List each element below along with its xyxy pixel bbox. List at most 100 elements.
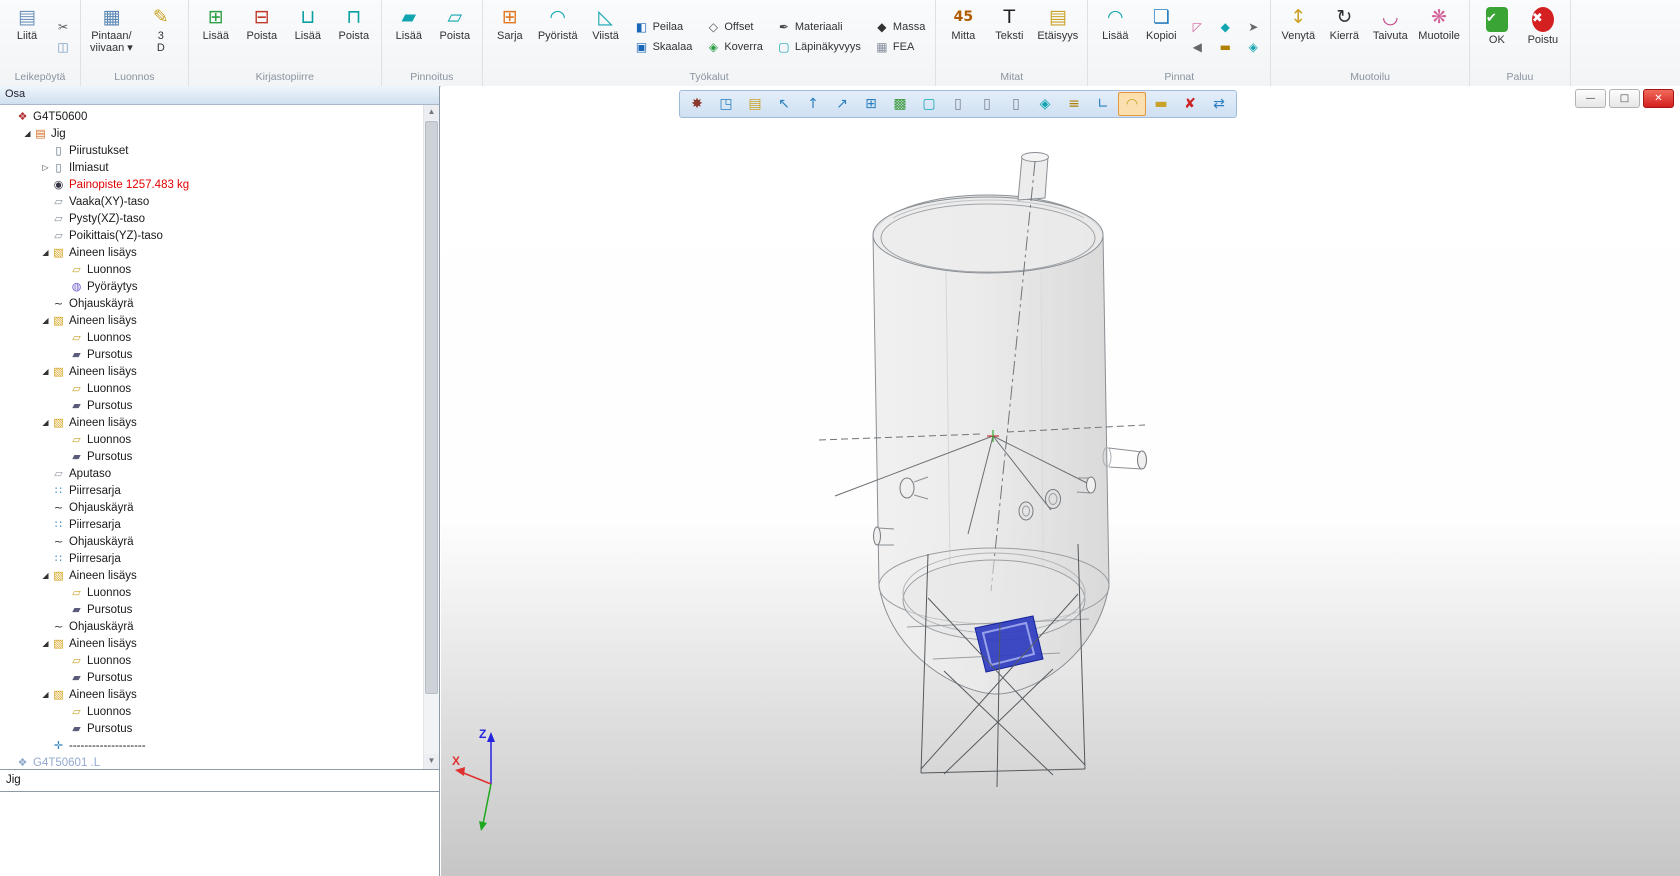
tree-item-feature-series[interactable]: ∷Piirresarja <box>0 550 423 567</box>
surface-extend-button[interactable]: ◀ <box>1187 38 1207 57</box>
tree-item-guide-curve[interactable]: ~Ohjauskäyrä <box>0 533 423 550</box>
tree-item-feature-series[interactable]: ∷Piirresarja <box>0 516 423 533</box>
pick-filter-button[interactable]: ⊞ <box>857 92 885 116</box>
expanded-arrow-icon[interactable]: ◢ <box>40 571 51 580</box>
fea-button[interactable]: ▦FEA <box>872 38 928 57</box>
viewport[interactable]: ✸◳▤↖↑↗⊞▩▢▯▯▯◈≡∟◠▬✘⇄ — □ ✕ Z X <box>441 86 1680 876</box>
ok-button[interactable]: ✔OK <box>1475 2 1519 47</box>
scroll-down-icon[interactable]: ▼ <box>424 754 439 769</box>
tree-item-part-root[interactable]: ❖G4T50600 <box>0 108 423 125</box>
pin-button[interactable]: ✸ <box>683 92 711 116</box>
sketch-3d-button[interactable]: ✎3 D <box>139 2 183 55</box>
tree-item-sketch[interactable]: ▱Luonnos <box>0 380 423 397</box>
expanded-arrow-icon[interactable]: ◢ <box>22 129 33 138</box>
tree-item-aux-plane[interactable]: ▱Aputaso <box>0 465 423 482</box>
surface-flip-button[interactable]: ➤ <box>1243 18 1263 37</box>
tree-item-sketch[interactable]: ▱Luonnos <box>0 431 423 448</box>
tree-item-sketch[interactable]: ▱Luonnos <box>0 703 423 720</box>
scrollbar-thumb[interactable] <box>425 121 438 694</box>
tree-item-material-add[interactable]: ◢▧Aineen lisäys <box>0 312 423 329</box>
mass-button[interactable]: ◆Massa <box>872 18 928 37</box>
tree-item-extrude[interactable]: ▰Pursotus <box>0 669 423 686</box>
sheet-back-button[interactable]: ▯ <box>1002 92 1030 116</box>
tree-item-jig[interactable]: ◢▤Jig <box>0 125 423 142</box>
sketch-on-face-button[interactable]: ▦Pintaan/ viivaan ▾ <box>86 2 137 55</box>
coating-remove-button[interactable]: ▱Poista <box>433 2 477 43</box>
paste-button[interactable]: ▤Liitä <box>5 2 49 43</box>
snap-intersection-button[interactable]: ↗ <box>828 92 856 116</box>
arc-tool-button[interactable]: ◠ <box>1118 92 1146 116</box>
tree-item-plane-xz[interactable]: ▱Pysty(XZ)-taso <box>0 210 423 227</box>
swap-button[interactable]: ⇄ <box>1205 92 1233 116</box>
tree-item-guide-curve[interactable]: ~Ohjauskäyrä <box>0 618 423 635</box>
measure-button[interactable]: ▤ <box>741 92 769 116</box>
tree-item-material-add[interactable]: ◢▧Aineen lisäys <box>0 567 423 584</box>
offset-button[interactable]: ◇Offset <box>703 18 766 37</box>
sheet-mid-button[interactable]: ▯ <box>973 92 1001 116</box>
tree-item-plane-yz[interactable]: ▱Poikittais(YZ)-taso <box>0 227 423 244</box>
tree-item-material-add[interactable]: ◢▧Aineen lisäys <box>0 414 423 431</box>
tree-item-plane-xy[interactable]: ▱Vaaka(XY)-taso <box>0 193 423 210</box>
deform-button[interactable]: ❋Muotoile <box>1414 2 1464 43</box>
tree-item-sketch[interactable]: ▱Luonnos <box>0 261 423 278</box>
tree-item-sketch[interactable]: ▱Luonnos <box>0 584 423 601</box>
fillet-button[interactable]: ◠Pyöristä <box>534 2 582 43</box>
tree-item-guide-curve[interactable]: ~Ohjauskäyrä <box>0 295 423 312</box>
expanded-arrow-icon[interactable]: ◢ <box>40 367 51 376</box>
tree-item-drawings[interactable]: ▯Piirustukset <box>0 142 423 159</box>
tree-item-sketch[interactable]: ▱Luonnos <box>0 652 423 669</box>
dimension-button[interactable]: 45Mitta <box>941 2 985 43</box>
snap-point-button[interactable]: ↖ <box>770 92 798 116</box>
expanded-arrow-icon[interactable]: ◢ <box>40 248 51 257</box>
snap-mid-button[interactable]: ↑ <box>799 92 827 116</box>
tree-item-guide-curve[interactable]: ~Ohjauskäyrä <box>0 499 423 516</box>
chamfer-button[interactable]: ◺Viistä <box>584 2 628 43</box>
surface-divide-button[interactable]: ◈ <box>1243 38 1263 57</box>
surface-copy-button[interactable]: ❏Kopioi <box>1139 2 1183 43</box>
exit-button[interactable]: ✖Poistu <box>1521 2 1565 47</box>
tree-item-end-marker[interactable]: ✛-------------------- <box>0 737 423 754</box>
tree-item-material-add[interactable]: ◢▧Aineen lisäys <box>0 686 423 703</box>
library-add-button[interactable]: ⊞Lisää <box>194 2 238 43</box>
bend-button[interactable]: ◡Taivuta <box>1368 2 1412 43</box>
clamp-remove-button[interactable]: ⊓Poista <box>332 2 376 43</box>
tree-item-sketch[interactable]: ▱Luonnos <box>0 329 423 346</box>
tree-item-views[interactable]: ▷▯Ilmiasut <box>0 159 423 176</box>
surface-add-button[interactable]: ◠Lisää <box>1093 2 1137 43</box>
expanded-arrow-icon[interactable]: ◢ <box>40 690 51 699</box>
stack-button[interactable]: ≡ <box>1060 92 1088 116</box>
bracket-button[interactable]: ∟ <box>1089 92 1117 116</box>
tree-item-material-add[interactable]: ◢▧Aineen lisäys <box>0 363 423 380</box>
tree-item-extrude[interactable]: ▰Pursotus <box>0 601 423 618</box>
tree-item-extrude[interactable]: ▰Pursotus <box>0 397 423 414</box>
tree-item-extrude[interactable]: ▰Pursotus <box>0 720 423 737</box>
tree-item-material-add[interactable]: ◢▧Aineen lisäys <box>0 635 423 652</box>
mirror-button[interactable]: ◧Peilaa <box>632 18 696 37</box>
close-button[interactable]: ✕ <box>1643 89 1674 108</box>
rotate-button[interactable]: ↻Kierrä <box>1322 2 1366 43</box>
sheet-front-button[interactable]: ▯ <box>944 92 972 116</box>
tree-item-extrude[interactable]: ▰Pursotus <box>0 448 423 465</box>
copy-button[interactable]: ◫ <box>53 38 73 57</box>
tree-item-feature-series[interactable]: ∷Piirresarja <box>0 482 423 499</box>
hollow-button[interactable]: ◈Koverra <box>703 38 766 57</box>
expanded-arrow-icon[interactable]: ◢ <box>40 316 51 325</box>
distance-button[interactable]: ▤Etäisyys <box>1033 2 1082 43</box>
tree-item-center-of-mass[interactable]: ◉Painopiste 1257.483 kg <box>0 176 423 193</box>
stretch-button[interactable]: ↕Venytä <box>1276 2 1320 43</box>
solid-select-button[interactable]: ◈ <box>1031 92 1059 116</box>
tree-item-part-ref[interactable]: ❖G4T50601 .L <box>0 754 423 769</box>
surface-offset-button[interactable]: ◆ <box>1215 18 1235 37</box>
collapsed-arrow-icon[interactable]: ▷ <box>40 163 51 172</box>
tree-item-extrude[interactable]: ▰Pursotus <box>0 346 423 363</box>
cut-button[interactable]: ✂ <box>53 18 73 37</box>
surface-stitch-button[interactable]: ▬ <box>1215 38 1235 57</box>
face-select-button[interactable]: ▩ <box>886 92 914 116</box>
scroll-up-icon[interactable]: ▲ <box>424 105 439 120</box>
minimize-button[interactable]: — <box>1575 89 1606 108</box>
library-remove-button[interactable]: ⊟Poista <box>240 2 284 43</box>
expanded-arrow-icon[interactable]: ◢ <box>40 418 51 427</box>
surface-pick-button[interactable]: ◸ <box>1187 18 1207 37</box>
material-button[interactable]: ✒Materiaali <box>774 18 864 37</box>
pick-frame-button[interactable]: ◳ <box>712 92 740 116</box>
